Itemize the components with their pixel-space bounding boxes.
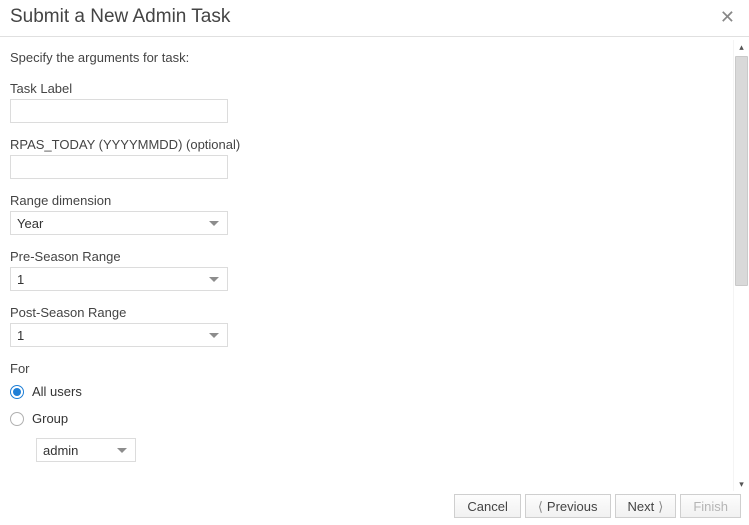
- radio-all-users-row: All users: [10, 384, 723, 399]
- for-label: For: [10, 361, 723, 376]
- pre-season-label: Pre-Season Range: [10, 249, 723, 264]
- scroll-up-icon[interactable]: ▴: [734, 40, 749, 54]
- field-post-season: Post-Season Range 1: [10, 305, 723, 347]
- field-for: For All users Group admin: [10, 361, 723, 462]
- previous-button[interactable]: ⟨ Previous: [525, 494, 611, 518]
- previous-button-label: Previous: [547, 499, 598, 514]
- radio-group[interactable]: [10, 412, 24, 426]
- next-button-label: Next: [628, 499, 655, 514]
- range-dimension-label: Range dimension: [10, 193, 723, 208]
- range-dimension-value: Year: [17, 216, 43, 231]
- task-label-label: Task Label: [10, 81, 723, 96]
- radio-all-users-label: All users: [32, 384, 82, 399]
- post-season-label: Post-Season Range: [10, 305, 723, 320]
- cancel-button[interactable]: Cancel: [454, 494, 520, 518]
- rpas-today-label: RPAS_TODAY (YYYYMMDD) (optional): [10, 137, 723, 152]
- group-select[interactable]: admin: [36, 438, 136, 462]
- radio-group-label: Group: [32, 411, 68, 426]
- chevron-left-icon: ⟨: [538, 500, 543, 513]
- chevron-down-icon: [209, 277, 219, 282]
- pre-season-value: 1: [17, 272, 24, 287]
- radio-all-users[interactable]: [10, 385, 24, 399]
- scroll-down-icon[interactable]: ▾: [734, 477, 749, 491]
- vertical-scrollbar[interactable]: ▴ ▾: [733, 40, 749, 491]
- finish-button: Finish: [680, 494, 741, 518]
- chevron-down-icon: [209, 333, 219, 338]
- dialog-body-wrap: Specify the arguments for task: Task Lab…: [0, 40, 749, 491]
- range-dimension-select[interactable]: Year: [10, 211, 228, 235]
- field-task-label: Task Label: [10, 81, 723, 123]
- pre-season-select[interactable]: 1: [10, 267, 228, 291]
- chevron-right-icon: ⟩: [658, 500, 663, 513]
- radio-group-row: Group: [10, 411, 723, 426]
- next-button[interactable]: Next ⟩: [615, 494, 677, 518]
- chevron-down-icon: [209, 221, 219, 226]
- finish-button-label: Finish: [693, 499, 728, 514]
- post-season-select[interactable]: 1: [10, 323, 228, 347]
- dialog-header: Submit a New Admin Task ✕: [0, 0, 749, 37]
- group-select-value: admin: [43, 443, 78, 458]
- scroll-thumb[interactable]: [735, 56, 748, 286]
- close-icon[interactable]: ✕: [716, 6, 739, 28]
- post-season-value: 1: [17, 328, 24, 343]
- chevron-down-icon: [117, 448, 127, 453]
- field-range-dimension: Range dimension Year: [10, 193, 723, 235]
- dialog-footer: Cancel ⟨ Previous Next ⟩ Finish: [0, 491, 749, 525]
- dialog-title: Submit a New Admin Task: [10, 6, 230, 28]
- task-label-input[interactable]: [10, 99, 228, 123]
- field-rpas-today: RPAS_TODAY (YYYYMMDD) (optional): [10, 137, 723, 179]
- cancel-button-label: Cancel: [467, 499, 507, 514]
- instructions-text: Specify the arguments for task:: [10, 50, 723, 65]
- dialog-body: Specify the arguments for task: Task Lab…: [0, 40, 733, 491]
- rpas-today-input[interactable]: [10, 155, 228, 179]
- field-pre-season: Pre-Season Range 1: [10, 249, 723, 291]
